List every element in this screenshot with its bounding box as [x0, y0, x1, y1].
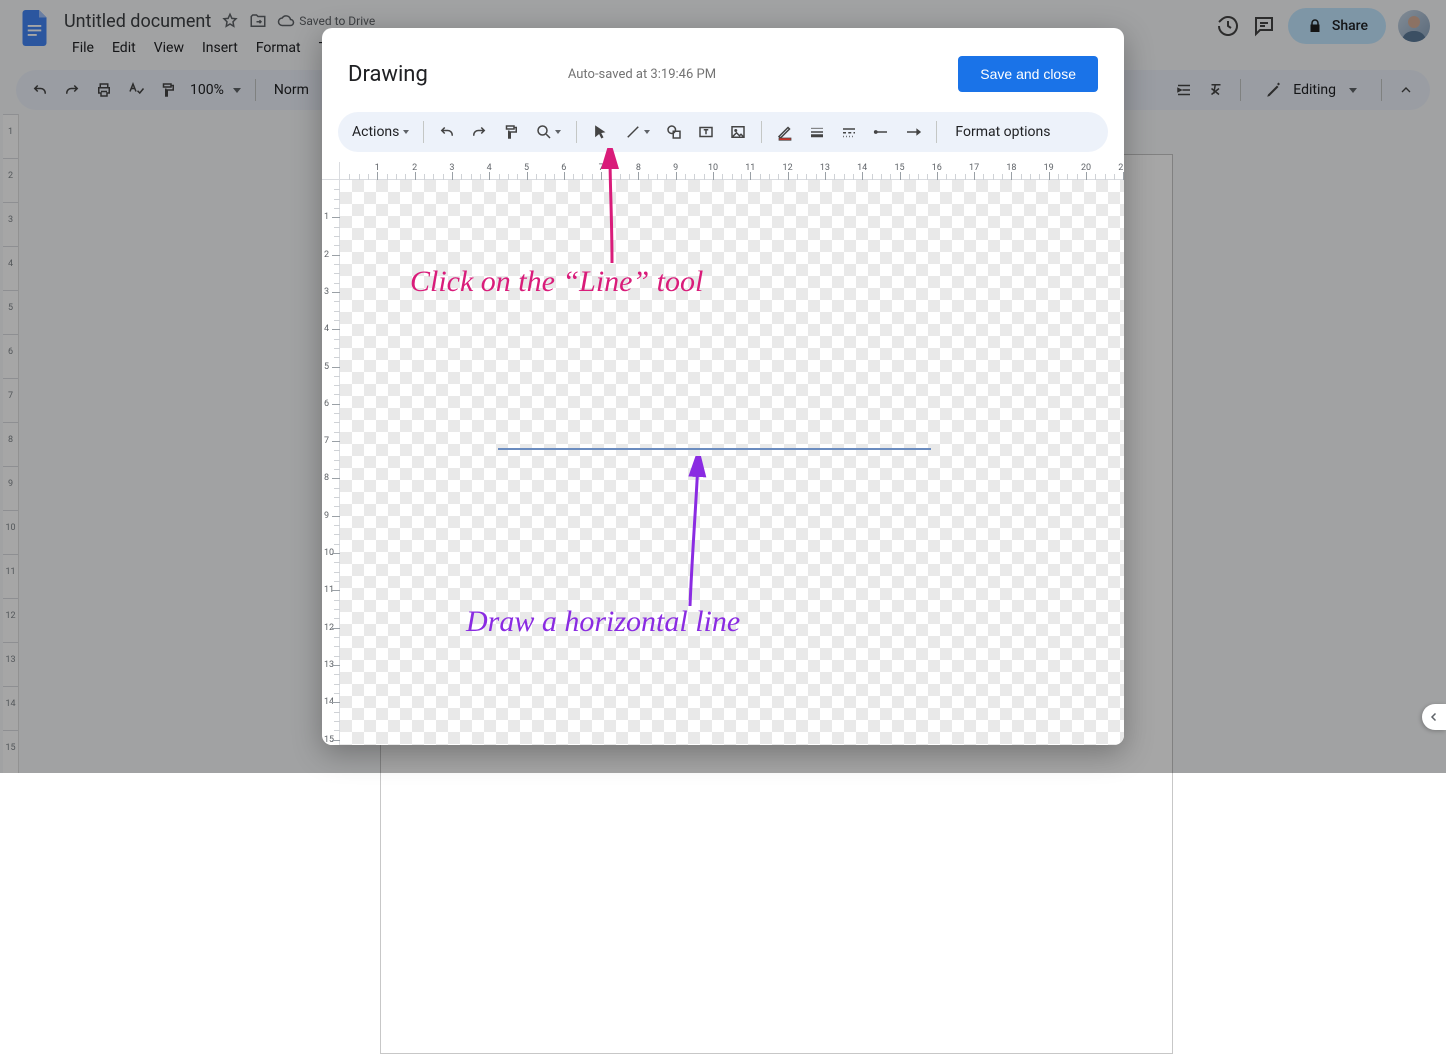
textbox-tool[interactable]: [691, 118, 721, 146]
format-options-button[interactable]: Format options: [945, 124, 1060, 140]
autosave-status: Auto-saved at 3:19:46 PM: [568, 67, 716, 82]
vertical-ruler: 123456789101112131415: [322, 180, 340, 745]
actions-label: Actions: [352, 124, 399, 140]
shape-tool[interactable]: [659, 118, 689, 146]
side-panel-toggle[interactable]: [1422, 704, 1446, 730]
paint-format-button[interactable]: [496, 118, 526, 146]
line-tool[interactable]: [617, 118, 657, 146]
save-and-close-button[interactable]: Save and close: [958, 56, 1098, 92]
drawing-toolbar: Actions Format options: [338, 112, 1108, 152]
line-weight-button[interactable]: [802, 118, 832, 146]
drawn-horizontal-line[interactable]: [498, 448, 931, 450]
dialog-title: Drawing: [348, 62, 428, 87]
redo-button[interactable]: [464, 118, 494, 146]
drawing-canvas-area: 123456789101112131415161718192021 123456…: [322, 162, 1124, 745]
annotation-line-tool: Click on the “Line” tool: [410, 265, 703, 299]
horizontal-ruler: 123456789101112131415161718192021: [340, 162, 1124, 180]
annotation-draw-line: Draw a horizontal line: [466, 605, 740, 639]
line-color-button[interactable]: [770, 118, 800, 146]
line-start-button[interactable]: [866, 118, 896, 146]
ruler-corner: [322, 162, 340, 180]
image-tool[interactable]: [723, 118, 753, 146]
select-tool[interactable]: [585, 118, 615, 146]
undo-button[interactable]: [432, 118, 462, 146]
line-end-button[interactable]: [898, 118, 928, 146]
line-dash-button[interactable]: [834, 118, 864, 146]
zoom-dropdown[interactable]: [528, 118, 568, 146]
actions-dropdown[interactable]: Actions: [346, 120, 415, 144]
